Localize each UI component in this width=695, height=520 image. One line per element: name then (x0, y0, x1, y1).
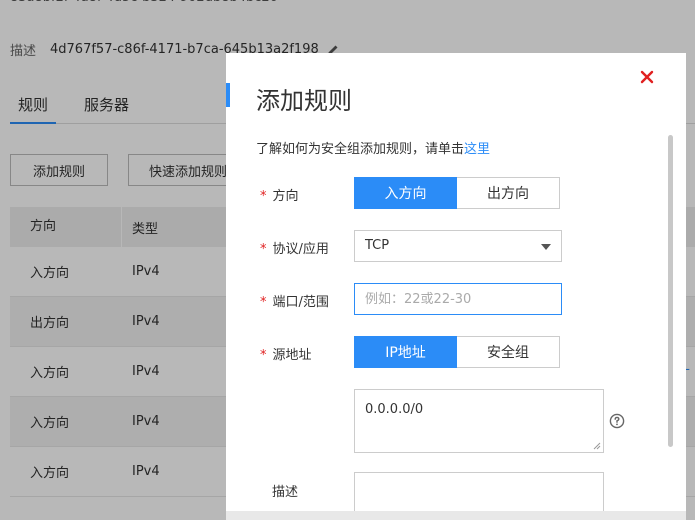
source-type-toggle: IP地址 安全组 (354, 336, 560, 368)
add-rule-dialog: 添加规则 了解如何为安全组添加规则，请单击这里 * 方向 入方向 出方向 * 协议/… (226, 53, 686, 520)
resize-grip-icon[interactable] (593, 442, 601, 450)
direction-outbound-button[interactable]: 出方向 (457, 177, 560, 209)
close-icon[interactable] (639, 69, 655, 85)
direction-label: * 方向 (260, 185, 299, 204)
protocol-label: * 协议/应用 (260, 238, 329, 257)
source-ip-address-button[interactable]: IP地址 (354, 336, 457, 368)
protocol-select[interactable]: TCP (354, 230, 562, 262)
title-accent-bar (226, 83, 230, 107)
port-label: * 端口/范围 (260, 291, 329, 310)
required-mark: * (260, 242, 267, 257)
source-label-text: 源地址 (272, 348, 312, 363)
direction-toggle: 入方向 出方向 (354, 177, 560, 209)
direction-label-text: 方向 (272, 189, 299, 204)
protocol-label-text: 协议/应用 (272, 242, 329, 257)
port-range-input[interactable] (354, 283, 562, 315)
source-address-textarea[interactable]: 0.0.0.0/0 (354, 389, 604, 453)
required-mark: * (260, 189, 267, 204)
source-address-value: 0.0.0.0/0 (365, 402, 424, 417)
source-label: * 源地址 (260, 344, 312, 363)
port-label-text: 端口/范围 (272, 295, 329, 310)
dialog-scrollbar[interactable] (668, 135, 673, 447)
help-text: 了解如何为安全组添加规则，请单击这里 (256, 138, 490, 157)
question-mark-icon[interactable] (609, 413, 625, 429)
dialog-footer-edge (226, 511, 686, 520)
required-mark: * (260, 295, 267, 310)
source-security-group-button[interactable]: 安全组 (457, 336, 560, 368)
direction-inbound-button[interactable]: 入方向 (354, 177, 457, 209)
help-link[interactable]: 这里 (464, 142, 490, 157)
protocol-selected-value: TCP (365, 238, 390, 253)
dialog-title: 添加规则 (256, 87, 352, 115)
description-field-label: 描述 (272, 485, 299, 500)
required-mark: * (260, 348, 267, 363)
chevron-down-icon (541, 244, 551, 250)
help-text-body: 了解如何为安全组添加规则，请单击 (256, 142, 465, 157)
